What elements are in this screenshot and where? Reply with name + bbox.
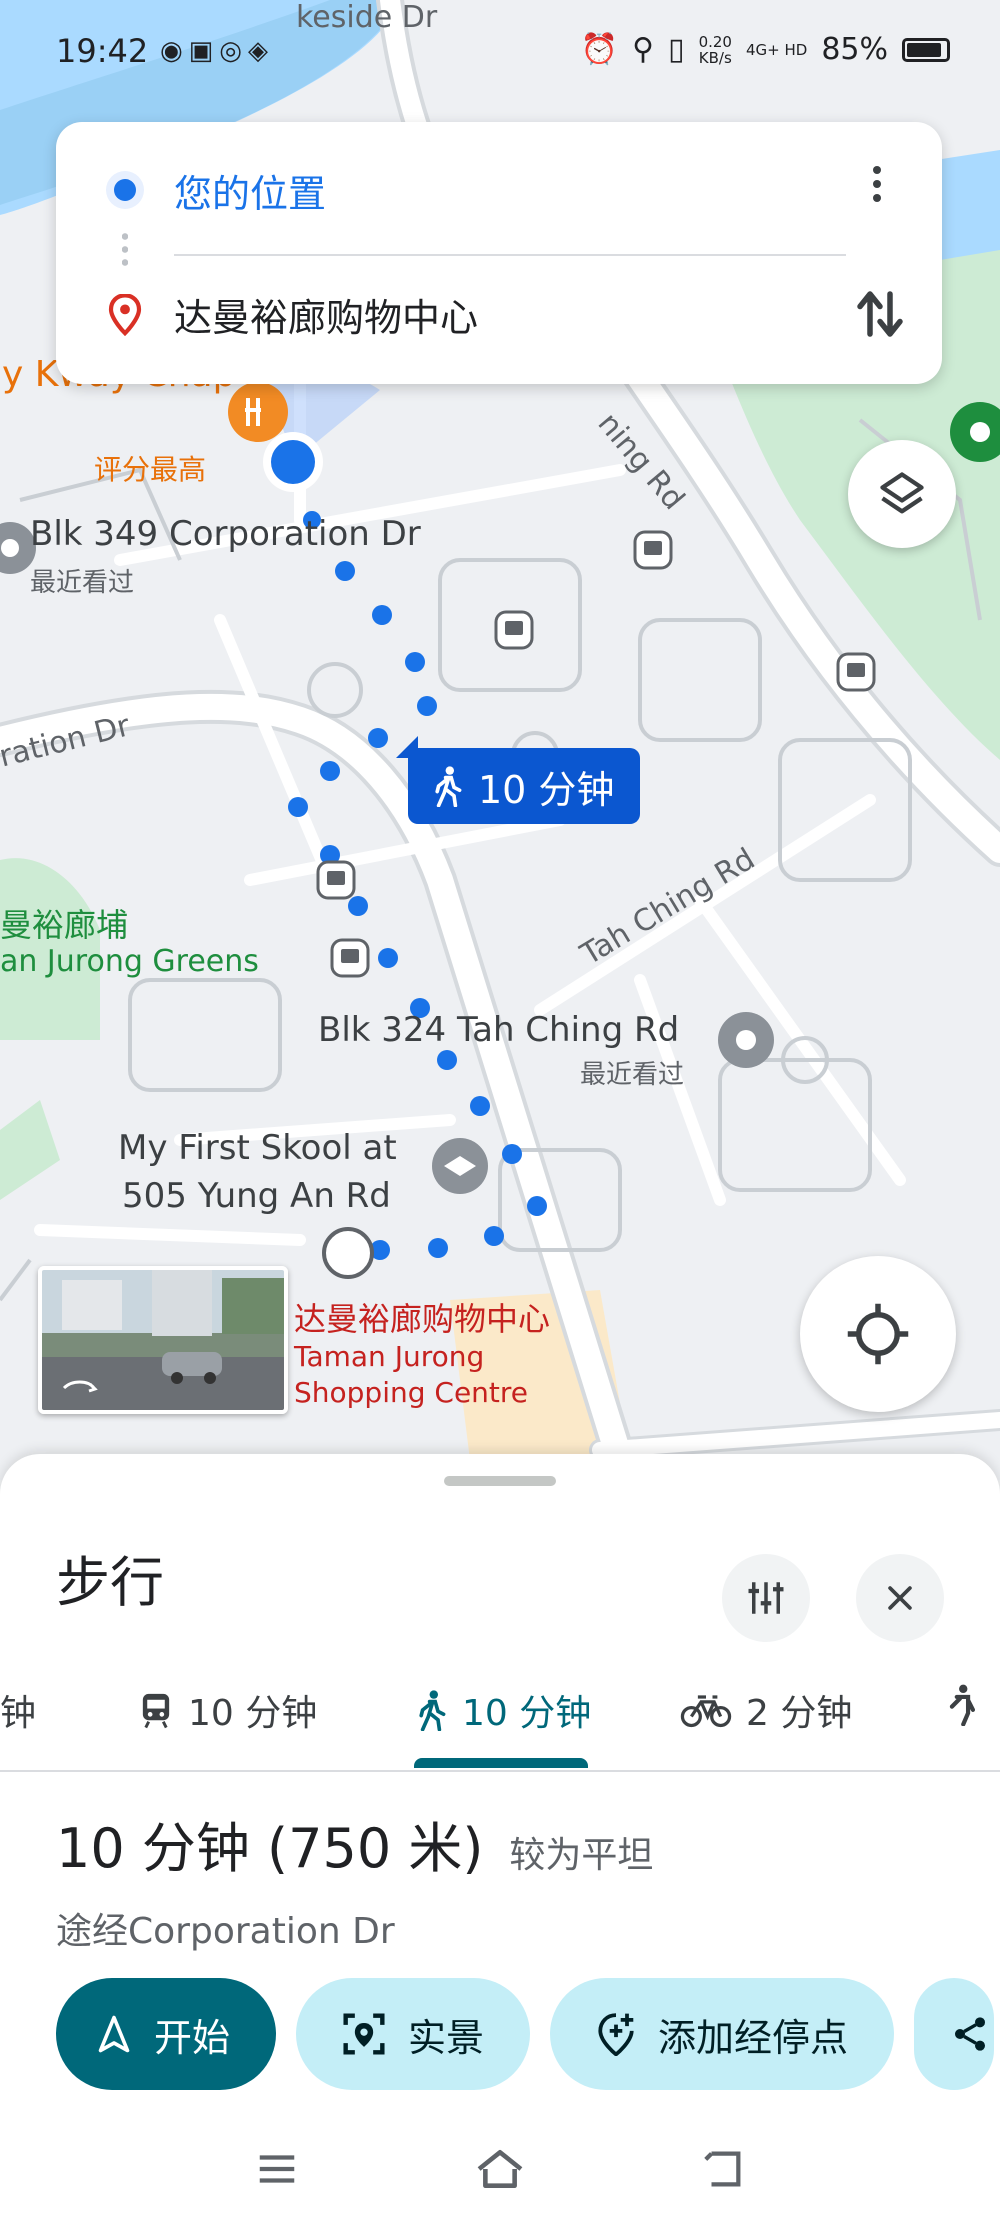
bike-icon <box>680 1695 732 1728</box>
status-time: 19:42 <box>56 32 149 70</box>
layers-button[interactable] <box>848 440 956 548</box>
transit-icon <box>142 1693 170 1729</box>
action-chips: 开始 实景 添加经停点 <box>56 1978 995 2090</box>
route-summary: 10 分钟 (750 米) 较为平坦 <box>56 1804 653 1883</box>
add-stop-button[interactable]: 添加经停点 <box>550 1978 895 2090</box>
route-via: 途经Corporation Dr <box>56 1911 395 1952</box>
tab-transit[interactable]: 10 分钟 <box>138 1684 317 1736</box>
navigation-arrow-icon <box>98 2015 130 2053</box>
map-label-recent-2: 最近看过 <box>580 1060 685 1090</box>
tab-more-modes[interactable] <box>940 1684 980 1726</box>
rideshare-icon <box>949 1684 976 1726</box>
map-label-dest-en-2[interactable]: Shopping Centre <box>294 1376 528 1409</box>
origin-field[interactable]: 您的位置 <box>174 163 326 218</box>
map-label-greens-cn[interactable]: 曼裕廊埔 <box>0 900 128 946</box>
signal-type: 4G+ HD <box>745 40 808 59</box>
sliders-icon <box>748 1582 784 1614</box>
map-label-blk349[interactable]: Blk 349 Corporation Dr <box>30 514 421 554</box>
walk-icon <box>419 1690 446 1731</box>
sheet-handle[interactable] <box>444 1476 556 1486</box>
tab-bike-label: 2 分钟 <box>746 1693 853 1734</box>
map-label-skool-2[interactable]: 505 Yung An Rd <box>122 1176 391 1216</box>
walk-time-badge[interactable]: 10 分钟 <box>408 748 641 824</box>
start-button[interactable]: 开始 <box>56 1978 277 2090</box>
street-view-thumbnail[interactable] <box>38 1266 288 1414</box>
start-label: 开始 <box>154 2015 231 2060</box>
add-stop-icon <box>598 2013 634 2056</box>
directions-sheet: 步行 钟 10 分钟 10 分钟 2 分钟 10 分钟 (750 米) 较为平坦… <box>0 1454 1000 2222</box>
live-view-button[interactable]: 实景 <box>296 1978 531 2090</box>
street-view-image <box>62 1270 284 1393</box>
menu-icon[interactable] <box>254 2146 300 2192</box>
tab-drive-label: 钟 <box>0 1693 37 1734</box>
layers-icon <box>880 472 924 514</box>
map-label-greens-en[interactable]: an Jurong Greens <box>0 944 259 979</box>
back-icon[interactable] <box>700 2146 746 2192</box>
net-speed-unit: KB/s <box>698 48 732 67</box>
notification-icons: ◉▣◎◈ <box>160 36 274 66</box>
live-view-icon <box>343 2013 385 2055</box>
divider <box>174 254 846 256</box>
battery-icon <box>902 37 950 62</box>
tab-walk-label: 10 分钟 <box>462 1693 592 1734</box>
map-label-dest-en-1[interactable]: Taman Jurong <box>294 1340 484 1373</box>
swap-icon[interactable] <box>850 282 910 346</box>
tab-transit-label: 10 分钟 <box>188 1693 318 1734</box>
status-bar: 19:42 ◉▣◎◈ ⏰ ⚲ ▯ 0.20 KB/s 4G+ HD 85% <box>0 0 1000 100</box>
route-options-button[interactable] <box>722 1554 810 1642</box>
origin-dot-icon <box>114 179 136 201</box>
tab-bike[interactable]: 2 分钟 <box>680 1684 852 1736</box>
share-button[interactable] <box>914 1978 995 2090</box>
system-nav-bar <box>0 2134 1000 2222</box>
live-view-label: 实景 <box>408 2015 485 2060</box>
share-icon <box>955 2017 986 2051</box>
destination-row[interactable]: 达曼裕廊购物中心 <box>56 264 942 364</box>
map-label-blk324[interactable]: Blk 324 Tah Ching Rd <box>318 1010 679 1050</box>
close-button[interactable] <box>856 1554 944 1642</box>
battery-text: 85% <box>821 32 888 67</box>
route-duration: 10 分钟 (750 米) <box>56 1817 484 1880</box>
net-speed: 0.20 KB/s <box>699 34 732 66</box>
origin-row[interactable]: 您的位置 <box>56 140 942 240</box>
home-icon[interactable] <box>474 2146 526 2192</box>
destination-pin-icon <box>108 294 142 336</box>
alarm-icon: ⏰ <box>580 32 619 67</box>
route-terrain: 较为平坦 <box>509 1835 654 1876</box>
map-label-dest-cn[interactable]: 达曼裕廊购物中心 <box>294 1294 550 1340</box>
location-icon: ⚲ <box>632 32 655 67</box>
my-location-button[interactable] <box>800 1256 956 1412</box>
status-right: ⏰ ⚲ ▯ 0.20 KB/s 4G+ HD 85% <box>581 32 950 67</box>
more-options-icon[interactable] <box>862 162 892 212</box>
active-tab-indicator <box>414 1758 588 1768</box>
add-stop-label: 添加经停点 <box>658 2015 849 2060</box>
close-icon <box>888 1586 912 1610</box>
tab-walk[interactable]: 10 分钟 <box>414 1684 591 1736</box>
route-card: 您的位置 达曼裕廊购物中心 <box>56 122 942 384</box>
vibrate-icon: ▯ <box>668 32 685 67</box>
crosshair-icon <box>847 1303 909 1365</box>
map-label-top-rated: 评分最高 <box>94 453 207 486</box>
walk-time-label: 10 分钟 <box>478 767 615 812</box>
map-label-recent-1: 最近看过 <box>30 568 135 598</box>
travel-mode-tabs: 钟 10 分钟 10 分钟 2 分钟 <box>0 1654 1000 1772</box>
sheet-title: 步行 <box>56 1551 164 1614</box>
destination-field[interactable]: 达曼裕廊购物中心 <box>174 287 478 342</box>
map-label-skool-1[interactable]: My First Skool at <box>118 1128 397 1168</box>
tab-drive[interactable]: 钟 <box>0 1684 36 1736</box>
walk-icon <box>435 766 462 807</box>
